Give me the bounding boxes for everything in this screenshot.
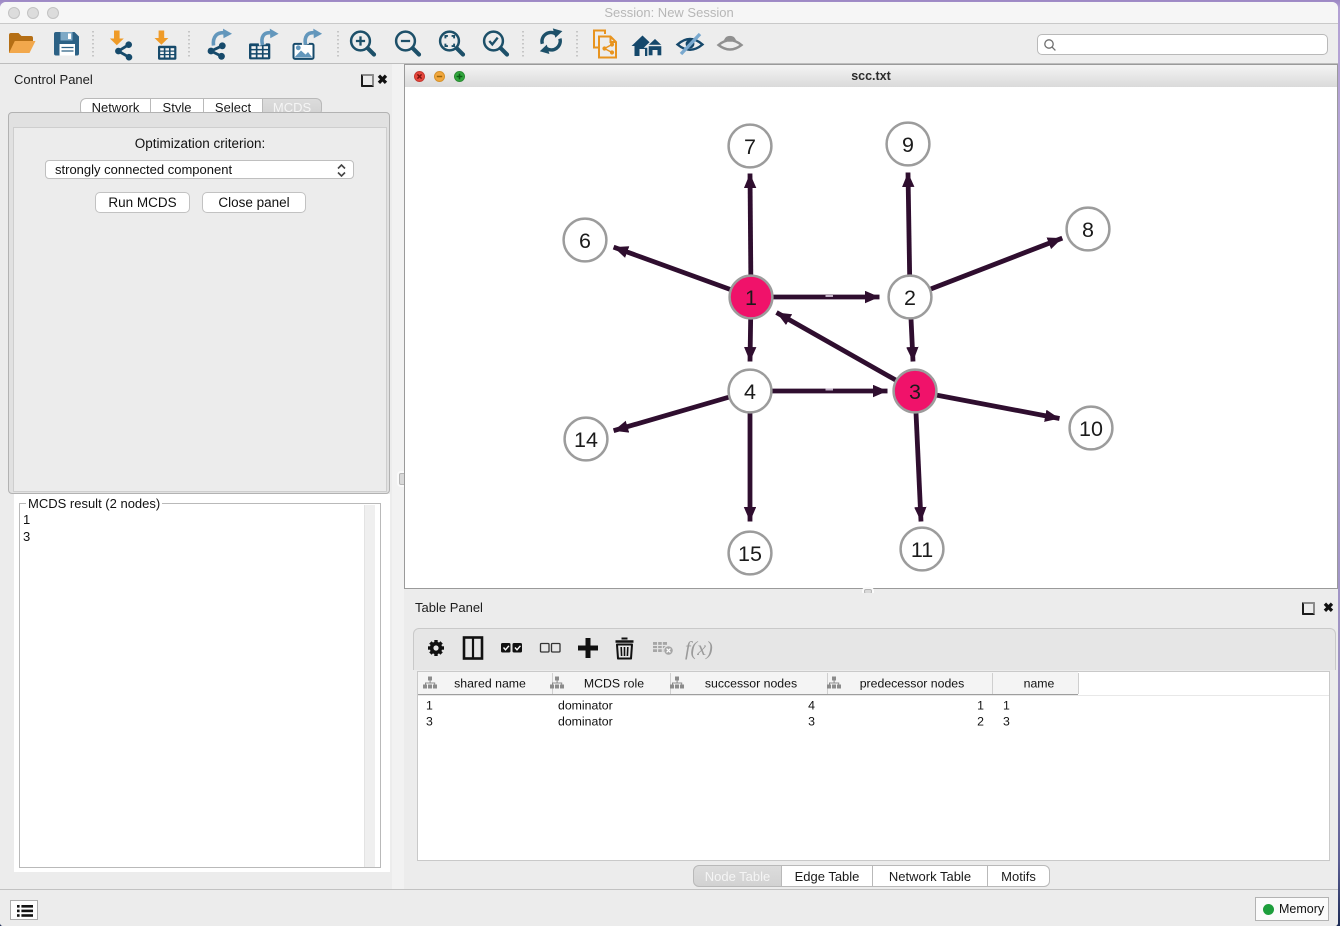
svg-text:f(x): f(x) (685, 638, 713, 660)
svg-text:6: 6 (579, 229, 591, 253)
svg-text:1: 1 (426, 699, 433, 713)
svg-text:11: 11 (911, 538, 933, 562)
svg-text:8: 8 (1082, 218, 1094, 242)
svg-text:2: 2 (904, 286, 916, 310)
svg-text:9: 9 (902, 133, 914, 157)
svg-text:name: name (1024, 677, 1055, 691)
svg-text:1: 1 (745, 286, 757, 310)
svg-text:predecessor nodes: predecessor nodes (860, 677, 965, 691)
svg-text:successor nodes: successor nodes (705, 677, 797, 691)
svg-text:1: 1 (977, 699, 984, 713)
svg-text:7: 7 (744, 135, 756, 159)
svg-text:3: 3 (808, 715, 815, 729)
svg-text:15: 15 (738, 542, 762, 566)
svg-text:dominator: dominator (558, 699, 613, 713)
svg-text:2: 2 (977, 715, 984, 729)
svg-text:1: 1 (1003, 699, 1010, 713)
svg-text:14: 14 (574, 428, 598, 452)
svg-text:3: 3 (1003, 715, 1010, 729)
svg-text:MCDS role: MCDS role (584, 677, 644, 691)
svg-text:4: 4 (744, 380, 756, 404)
svg-text:shared name: shared name (454, 677, 526, 691)
svg-text:4: 4 (808, 699, 815, 713)
svg-text:dominator: dominator (558, 715, 613, 729)
svg-text:10: 10 (1079, 417, 1103, 441)
svg-text:3: 3 (426, 715, 433, 729)
svg-text:3: 3 (909, 380, 921, 404)
